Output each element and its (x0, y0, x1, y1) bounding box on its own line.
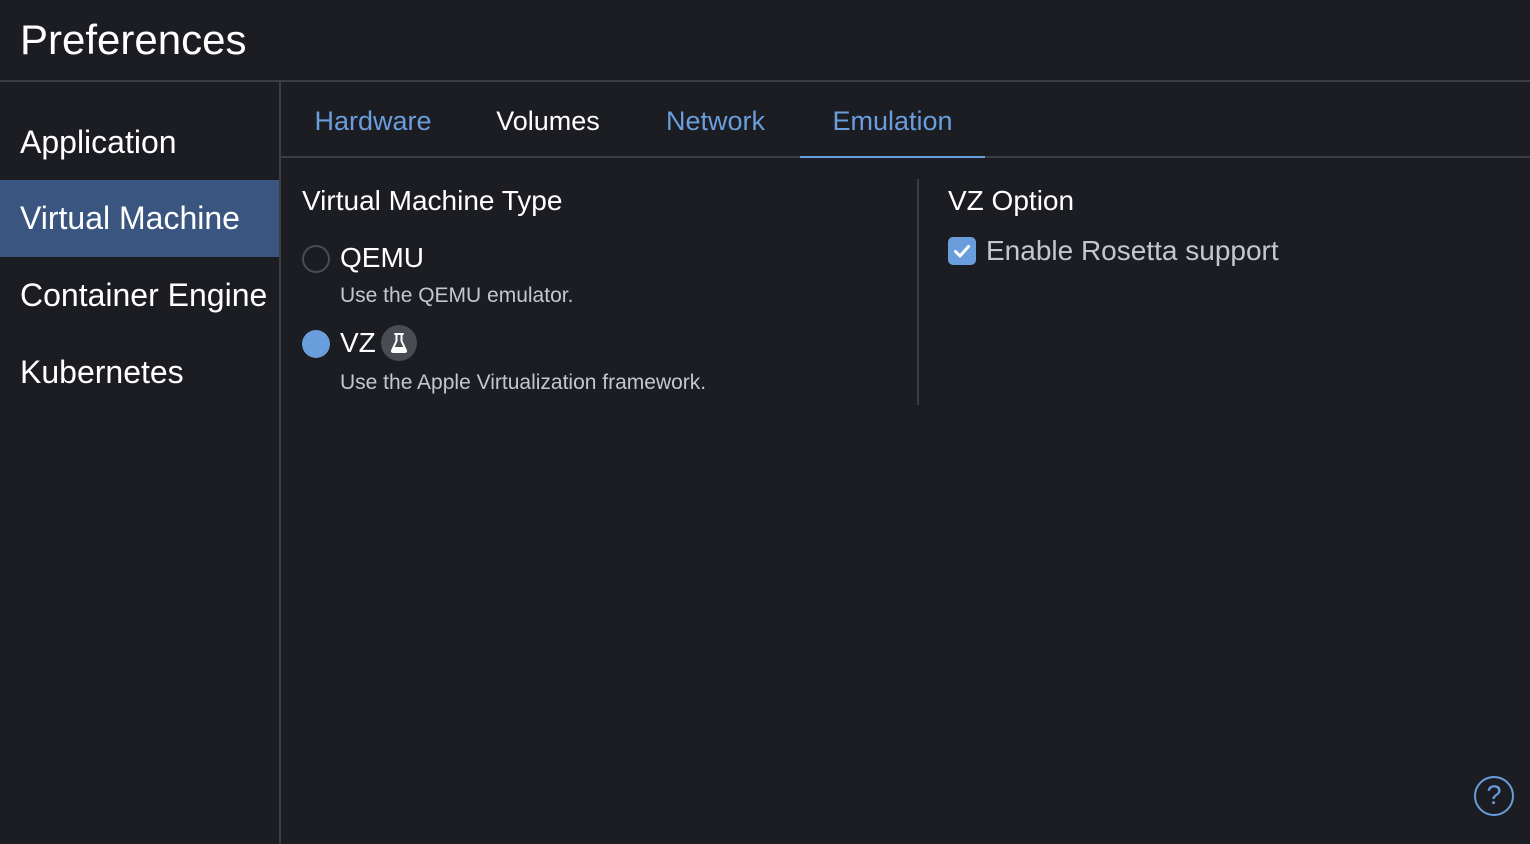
qemu-label[interactable]: QEMU (340, 240, 424, 276)
qemu-radio[interactable] (302, 245, 330, 273)
rosetta-checkbox[interactable] (948, 237, 976, 265)
sidebar: Application Virtual Machine Container En… (0, 82, 281, 844)
vz-radio[interactable] (302, 330, 330, 358)
qemu-description: Use the QEMU emulator. (340, 284, 574, 307)
checkmark-icon (954, 245, 970, 258)
tab-network[interactable]: Network (631, 82, 800, 158)
page-title: Preferences (20, 16, 247, 63)
tab-bar: Hardware Volumes Network Emulation (281, 82, 1530, 158)
vz-label[interactable]: VZ (340, 325, 376, 361)
column-divider (917, 179, 919, 405)
sidebar-item-container-engine[interactable]: Container Engine (0, 257, 279, 334)
tab-volumes[interactable]: Volumes (465, 82, 631, 158)
help-icon[interactable]: ? (1474, 776, 1514, 816)
tab-hardware[interactable]: Hardware (281, 82, 465, 158)
vm-type-title: Virtual Machine Type (302, 185, 563, 216)
flask-icon (381, 325, 417, 361)
tab-emulation[interactable]: Emulation (800, 82, 985, 158)
sidebar-item-application[interactable]: Application (0, 104, 279, 181)
sidebar-item-virtual-machine[interactable]: Virtual Machine (0, 180, 279, 257)
vz-description: Use the Apple Virtualization framework. (340, 371, 707, 394)
rosetta-label[interactable]: Enable Rosetta support (986, 233, 1279, 269)
header-bar: Preferences (0, 0, 1530, 82)
vz-option-title: VZ Option (948, 185, 1075, 216)
sidebar-item-kubernetes[interactable]: Kubernetes (0, 334, 279, 411)
emulation-panel: Virtual Machine Type QEMU Use the QEMU e… (281, 158, 1530, 844)
